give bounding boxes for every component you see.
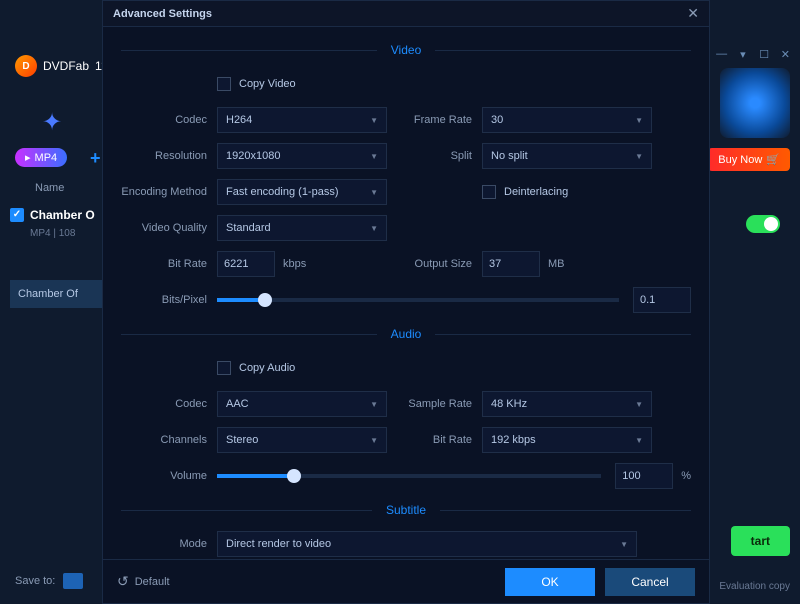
start-button[interactable]: tart bbox=[731, 526, 790, 556]
modal-title: Advanced Settings bbox=[113, 8, 212, 20]
volume-slider[interactable] bbox=[217, 474, 601, 478]
chevron-down-icon: ▼ bbox=[370, 436, 378, 445]
chevron-down-icon: ▼ bbox=[370, 224, 378, 233]
chevron-down-icon: ▼ bbox=[635, 116, 643, 125]
modal-body: Video Copy Video Codec H264▼ Frame Rate … bbox=[103, 27, 709, 559]
advanced-settings-modal: Advanced Settings ✕ Video Copy Video Cod… bbox=[102, 0, 710, 604]
chevron-down-icon: ▼ bbox=[635, 400, 643, 409]
modal-footer: ↺ Default OK Cancel bbox=[103, 559, 709, 603]
video-section-title: Video bbox=[121, 43, 691, 57]
audio-bitrate-label: Bit Rate bbox=[406, 434, 482, 446]
samplerate-select[interactable]: 48 KHz▼ bbox=[482, 391, 652, 417]
buy-now-button[interactable]: Buy Now 🛒 bbox=[708, 148, 790, 171]
logo-icon: D bbox=[15, 55, 37, 77]
window-controls: — ▾ ☐ ✕ bbox=[715, 48, 800, 68]
cancel-button[interactable]: Cancel bbox=[605, 568, 695, 596]
copy-video-checkbox[interactable] bbox=[217, 77, 231, 91]
copy-audio-checkbox[interactable] bbox=[217, 361, 231, 375]
channels-label: Channels bbox=[121, 434, 217, 446]
audio-codec-select[interactable]: AAC▼ bbox=[217, 391, 387, 417]
bitspixel-label: Bits/Pixel bbox=[121, 294, 217, 306]
encoding-label: Encoding Method bbox=[121, 186, 217, 198]
bitspixel-input[interactable] bbox=[633, 287, 691, 313]
slider-thumb[interactable] bbox=[287, 469, 301, 483]
brand-text: DVDFab bbox=[43, 59, 89, 73]
modal-header: Advanced Settings ✕ bbox=[103, 1, 709, 27]
promo-graphic bbox=[720, 68, 790, 138]
chevron-down-icon: ▼ bbox=[370, 400, 378, 409]
samplerate-label: Sample Rate bbox=[406, 398, 482, 410]
deinterlacing-label: Deinterlacing bbox=[504, 186, 568, 198]
format-badge[interactable]: ▸ MP4 bbox=[15, 148, 67, 167]
chevron-down-icon: ▼ bbox=[370, 152, 378, 161]
quality-label: Video Quality bbox=[121, 222, 217, 234]
add-button[interactable]: + bbox=[90, 148, 101, 169]
bitrate-unit: kbps bbox=[283, 258, 306, 270]
bitrate-input[interactable] bbox=[217, 251, 275, 277]
resolution-label: Resolution bbox=[121, 150, 217, 162]
minimize-icon[interactable]: — bbox=[715, 48, 728, 62]
save-to-row: Save to: bbox=[15, 573, 83, 589]
video-codec-select[interactable]: H264▼ bbox=[217, 107, 387, 133]
channels-select[interactable]: Stereo▼ bbox=[217, 427, 387, 453]
bitspixel-slider[interactable] bbox=[217, 298, 619, 302]
chevron-down-icon: ▼ bbox=[370, 188, 378, 197]
chevron-down-icon: ▼ bbox=[620, 540, 628, 549]
framerate-label: Frame Rate bbox=[406, 114, 482, 126]
volume-label: Volume bbox=[121, 470, 217, 482]
copy-video-label: Copy Video bbox=[239, 78, 296, 90]
outputsize-input[interactable] bbox=[482, 251, 540, 277]
save-to-label: Save to: bbox=[15, 575, 55, 587]
quality-select[interactable]: Standard▼ bbox=[217, 215, 387, 241]
framerate-select[interactable]: 30▼ bbox=[482, 107, 652, 133]
chevron-down-icon: ▼ bbox=[370, 116, 378, 125]
evaluation-text: Evaluation copy bbox=[719, 581, 790, 592]
audio-bitrate-select[interactable]: 192 kbps▼ bbox=[482, 427, 652, 453]
chevron-down-icon: ▼ bbox=[635, 436, 643, 445]
volume-unit: % bbox=[681, 470, 691, 482]
audio-section-title: Audio bbox=[121, 327, 691, 341]
check-icon[interactable]: ✓ bbox=[10, 208, 24, 222]
subtitle-section-title: Subtitle bbox=[121, 503, 691, 517]
file-item-selected[interactable]: Chamber Of bbox=[10, 280, 105, 308]
dropdown-icon[interactable]: ▾ bbox=[736, 48, 749, 62]
resolution-select[interactable]: 1920x1080▼ bbox=[217, 143, 387, 169]
split-select[interactable]: No split▼ bbox=[482, 143, 652, 169]
file-item[interactable]: ✓ Chamber O bbox=[10, 208, 105, 222]
volume-input[interactable] bbox=[615, 463, 673, 489]
star-icon: ✦ bbox=[42, 108, 62, 137]
default-button[interactable]: ↺ Default bbox=[117, 573, 170, 590]
close-window-icon[interactable]: ✕ bbox=[779, 48, 792, 62]
reset-icon: ↺ bbox=[117, 573, 129, 590]
bitrate-label: Bit Rate bbox=[121, 258, 217, 270]
split-label: Split bbox=[406, 150, 482, 162]
close-icon[interactable]: ✕ bbox=[687, 5, 699, 22]
subtitle-mode-select[interactable]: Direct render to video▼ bbox=[217, 531, 637, 557]
codec-label: Codec bbox=[121, 114, 217, 126]
maximize-icon[interactable]: ☐ bbox=[758, 48, 771, 62]
enable-toggle[interactable] bbox=[746, 215, 780, 233]
name-column-header: Name bbox=[35, 182, 64, 194]
file-item-meta: MP4 | 108 bbox=[30, 228, 75, 239]
chevron-down-icon: ▼ bbox=[635, 152, 643, 161]
ok-button[interactable]: OK bbox=[505, 568, 595, 596]
outputsize-label: Output Size bbox=[406, 258, 482, 270]
mode-label: Mode bbox=[121, 538, 217, 550]
outputsize-unit: MB bbox=[548, 258, 565, 270]
copy-audio-label: Copy Audio bbox=[239, 362, 295, 374]
deinterlacing-checkbox[interactable] bbox=[482, 185, 496, 199]
slider-thumb[interactable] bbox=[258, 293, 272, 307]
encoding-select[interactable]: Fast encoding (1-pass)▼ bbox=[217, 179, 387, 205]
audio-codec-label: Codec bbox=[121, 398, 217, 410]
folder-icon[interactable] bbox=[63, 573, 83, 589]
